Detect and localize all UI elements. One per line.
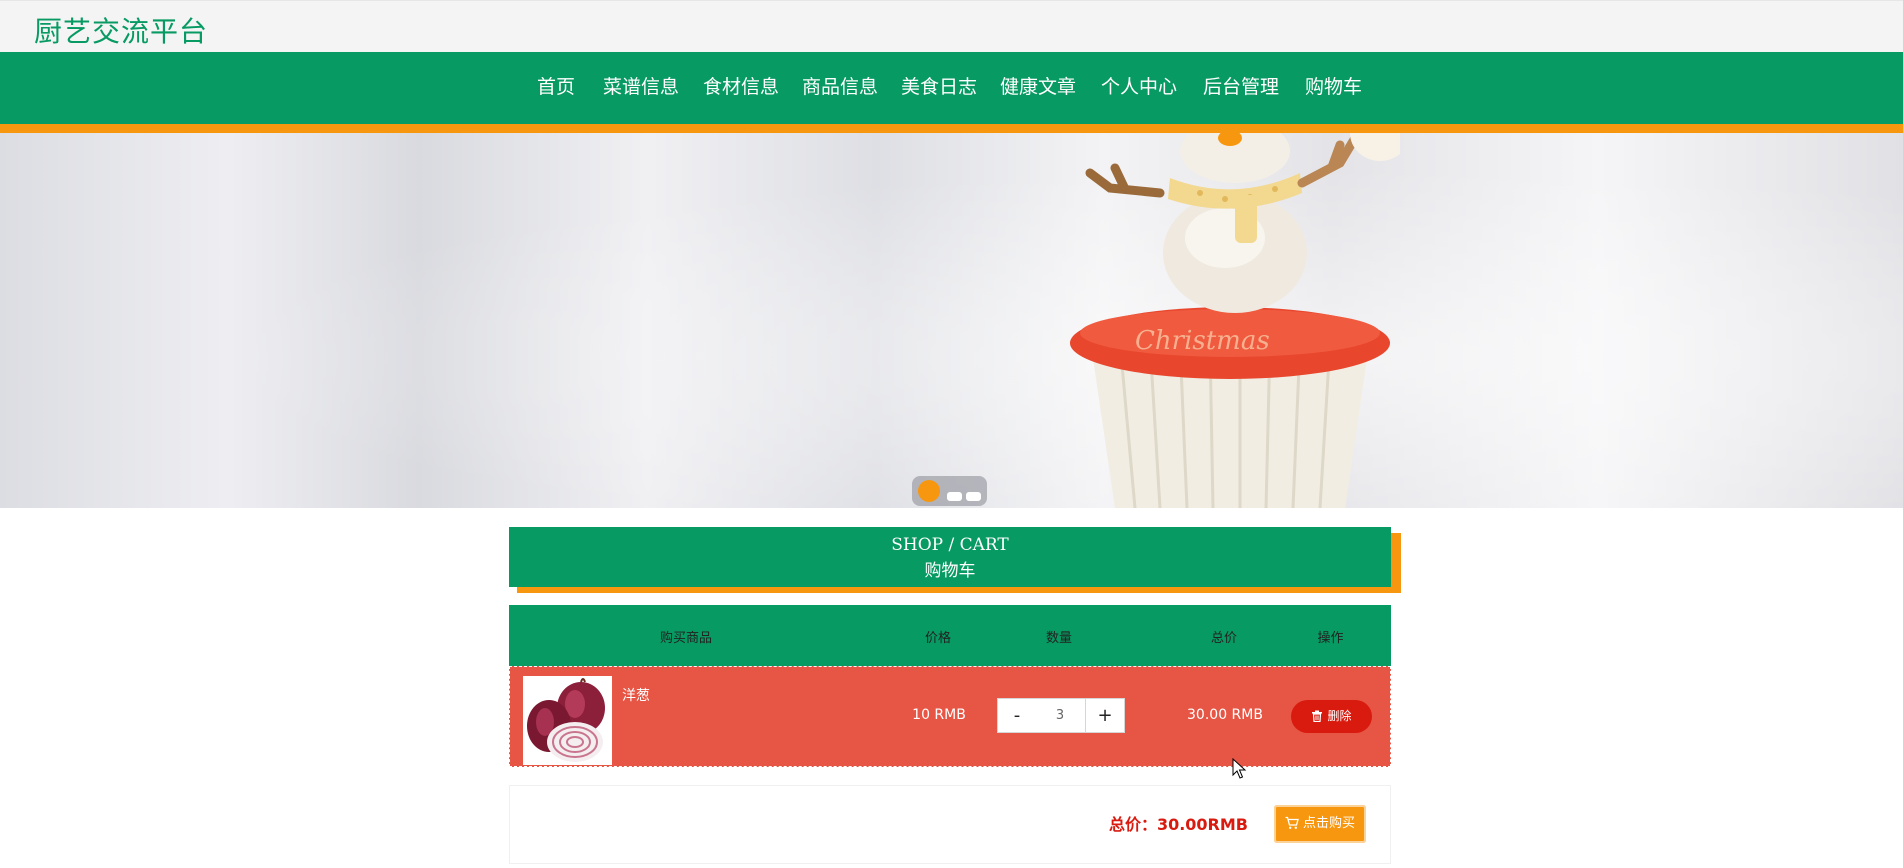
nav-item-recipes[interactable]: 菜谱信息 [603,72,679,102]
decrement-button[interactable]: - [997,698,1037,733]
nav-list: 首页 菜谱信息 食材信息 商品信息 美食日志 健康文章 个人中心 后台管理 购物… [0,52,1903,124]
grand-total: 总价：30.00RMB [1108,815,1248,834]
nav-item-home[interactable]: 首页 [537,72,575,102]
product-price: 10 RMB [912,707,966,723]
section-title-cn: 购物车 [924,561,976,581]
svg-text:Christmas: Christmas [1135,326,1270,356]
nav-item-ingredients[interactable]: 食材信息 [703,72,779,102]
snowman-cupcake-image: Christmas [1070,133,1400,508]
row-total-price: 30.00 RMB [1187,707,1263,723]
header-product: 购买商品 [659,631,712,646]
nav-item-cart[interactable]: 购物车 [1305,72,1362,102]
carousel-dot-active[interactable] [918,480,940,502]
product-thumbnail[interactable] [523,676,612,765]
quantity-input[interactable]: 3 [1035,698,1085,733]
header-action: 操作 [1317,631,1344,646]
cart-icon [1285,816,1299,829]
header-total: 总价 [1210,631,1237,646]
trash-icon [1312,710,1323,723]
onion-image [523,676,612,765]
product-name[interactable]: 洋葱 [622,685,650,705]
increment-button[interactable]: + [1085,698,1125,733]
top-bar: 厨艺交流平台 [0,0,1903,53]
main-navigation: 首页 菜谱信息 食材信息 商品信息 美食日志 健康文章 个人中心 后台管理 购物… [0,52,1903,133]
cart-row: 洋葱 10 RMB - 3 + 30.00 RMB 删除 [509,666,1391,767]
nav-item-personal-center[interactable]: 个人中心 [1101,72,1177,102]
carousel-dot[interactable] [966,492,981,501]
nav-item-admin[interactable]: 后台管理 [1203,72,1279,102]
nav-item-health-articles[interactable]: 健康文章 [1000,72,1076,102]
cart-table-header: 购买商品 价格 数量 总价 操作 [509,605,1391,666]
delete-button[interactable]: 删除 [1291,700,1372,733]
mouse-cursor-icon [1232,758,1247,779]
delete-button-label: 删除 [1327,709,1352,723]
header-price: 价格 [924,631,951,646]
carousel-indicators [912,476,987,506]
banner-sheen [0,133,1903,508]
nav-item-food-diary[interactable]: 美食日志 [901,72,977,102]
cart-summary: 总价：30.00RMB 点击购买 [509,785,1391,864]
buy-button-label: 点击购买 [1302,816,1355,831]
section-title-en: SHOP / CART [891,535,1009,555]
buy-button[interactable]: 点击购买 [1274,805,1366,843]
banner-carousel[interactable]: Christmas [0,133,1903,508]
quantity-stepper: - 3 + [997,698,1125,733]
section-header: SHOP / CART 购物车 [509,527,1391,587]
header-quantity: 数量 [1045,631,1072,646]
nav-item-products[interactable]: 商品信息 [802,72,878,102]
site-title[interactable]: 厨艺交流平台 [34,10,208,50]
carousel-dot[interactable] [947,492,962,501]
